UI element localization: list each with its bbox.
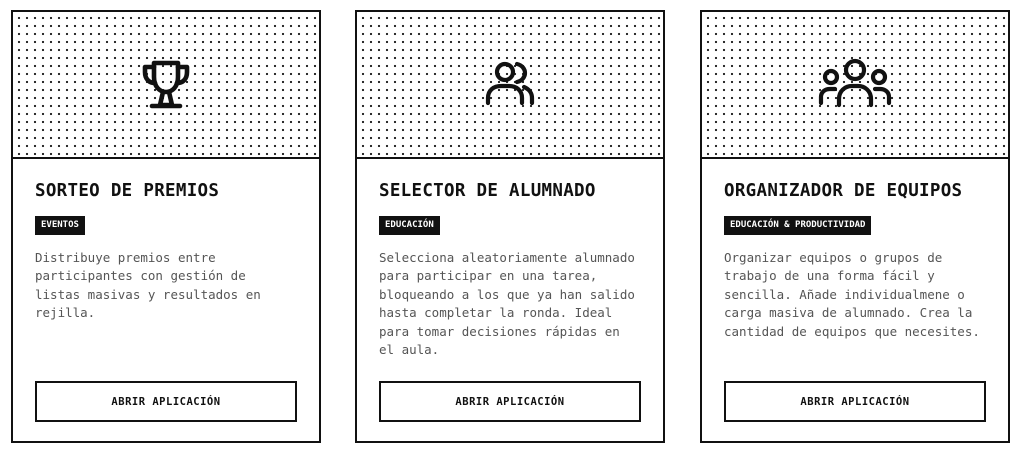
open-app-button[interactable]: ABRIR APLICACIÓN xyxy=(724,381,986,422)
card-header xyxy=(702,12,1008,159)
card-description: Selecciona aleatoriamente alumnado para … xyxy=(379,250,635,358)
card-title: ORGANIZADOR DE EQUIPOS xyxy=(724,181,963,201)
card-description: Distribuye premios entre participantes c… xyxy=(35,250,261,321)
card-header xyxy=(13,12,319,159)
category-tag: EDUCACIÓN & PRODUCTIVIDAD xyxy=(724,216,872,235)
trophy-icon xyxy=(142,60,190,108)
app-card-selector: SELECTOR DE ALUMNADO EDUCACIÓN Seleccion… xyxy=(355,10,665,443)
category-tag: EVENTOS xyxy=(35,216,85,235)
card-title: SORTEO DE PREMIOS xyxy=(35,181,220,201)
card-title: SELECTOR DE ALUMNADO xyxy=(379,181,596,201)
open-app-button[interactable]: ABRIR APLICACIÓN xyxy=(379,381,641,422)
users-icon xyxy=(485,61,535,105)
app-card-sorteo: SORTEO DE PREMIOS EVENTOS Distribuye pre… xyxy=(11,10,321,443)
card-description: Organizar equipos o grupos de trabajo de… xyxy=(724,250,980,339)
user-group-icon xyxy=(818,58,892,107)
category-tag: EDUCACIÓN xyxy=(379,216,440,235)
app-card-equipos: ORGANIZADOR DE EQUIPOS EDUCACIÓN & PRODU… xyxy=(700,10,1010,443)
open-app-button[interactable]: ABRIR APLICACIÓN xyxy=(35,381,297,422)
card-header xyxy=(357,12,663,159)
